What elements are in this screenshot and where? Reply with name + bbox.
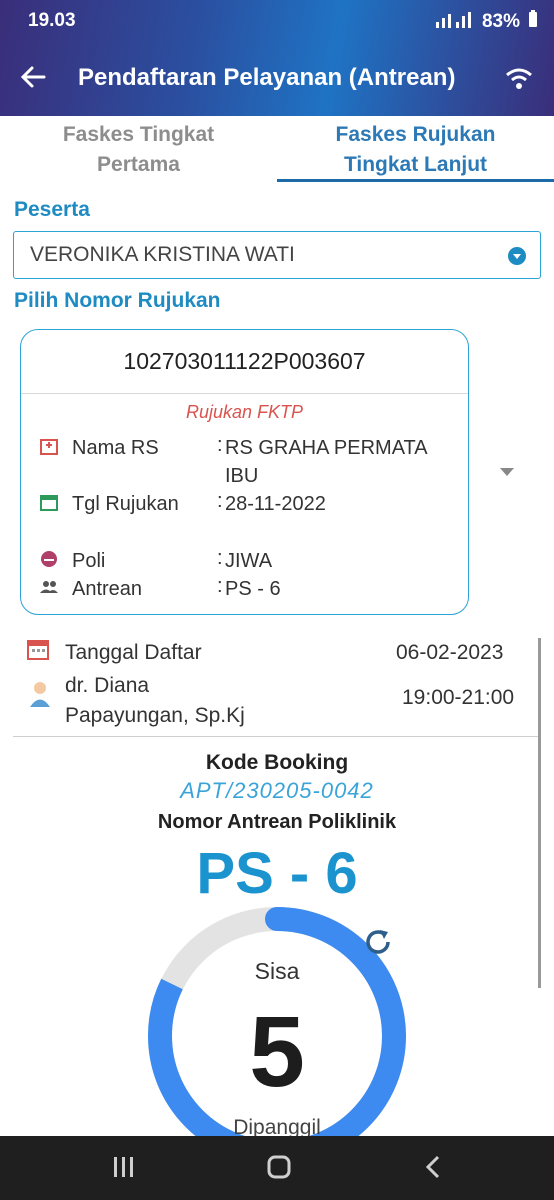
row-value: PS - 6 <box>225 578 281 600</box>
row-key: Tgl Rujukan <box>72 493 179 515</box>
peserta-value: VERONIKA KRISTINA WATI <box>30 243 295 266</box>
back-arrow-icon[interactable] <box>18 62 50 94</box>
battery-icon <box>528 10 538 34</box>
sisa-value: 5 <box>249 996 305 1108</box>
rujukan-type: Rujukan FKTP <box>185 402 304 422</box>
row-value: JIWA <box>225 550 273 572</box>
row-colon: : <box>217 547 223 569</box>
row-key: Nama RS <box>72 437 159 459</box>
tanggal-daftar-label: Tanggal Daftar <box>65 641 202 664</box>
signal-icon <box>434 10 474 34</box>
dropdown-icon <box>508 247 526 265</box>
tab-bar: Faskes Tingkat Pertama Faskes Rujukan Ti… <box>0 116 554 182</box>
peserta-label: Peserta <box>14 198 90 221</box>
row-value: 28-11-2022 <box>225 493 326 515</box>
tab-label-line1: Faskes Rujukan <box>335 123 496 146</box>
kode-booking-label: Kode Booking <box>205 751 349 774</box>
row-key: Poli <box>72 550 106 572</box>
schedule-time: 19:00-21:00 <box>402 686 515 709</box>
wifi-icon <box>504 64 534 94</box>
row-colon: : <box>217 434 223 456</box>
doctor-name-line2: Papayungan, Sp.Kj <box>65 704 245 727</box>
section-divider <box>13 736 541 737</box>
page-title: Pendaftaran Pelayanan (Antrean) <box>78 64 456 91</box>
rujukan-label: Pilih Nomor Rujukan <box>14 289 221 312</box>
battery-text: 83% <box>481 11 520 32</box>
tanggal-daftar-value: 06-02-2023 <box>396 641 504 664</box>
doctor-name-line1: dr. Diana <box>65 674 150 697</box>
tab-faskes-tingkat-pertama[interactable]: Faskes Tingkat Pertama <box>0 116 277 182</box>
row-colon: : <box>217 490 223 512</box>
status-bar: 19.03 83% <box>0 0 554 44</box>
sisa-label: Sisa <box>254 958 300 984</box>
header-background: 19.03 83% Pendaftaran Pelayanan (Antrean… <box>0 0 554 116</box>
rujukan-card[interactable]: 102703011122P003607 Rujukan FKTP Nama RS… <box>20 329 469 615</box>
chevron-down-icon[interactable] <box>500 468 514 476</box>
tab-faskes-rujukan[interactable]: Faskes Rujukan Tingkat Lanjut <box>277 116 554 182</box>
tab-label-line1: Faskes Tingkat <box>62 123 215 146</box>
rujukan-number: 102703011122P003607 <box>123 348 366 374</box>
status-icons: 83% <box>434 10 538 34</box>
tab-label-line2: Tingkat Lanjut <box>343 153 488 176</box>
calendar-icon <box>39 492 59 512</box>
doctor-icon <box>28 680 52 714</box>
people-icon <box>39 577 59 597</box>
row-value: RS GRAHA PERMATA IBU <box>225 437 427 487</box>
tab-label-line2: Pertama <box>97 153 180 176</box>
row-key: Antrean <box>72 578 143 600</box>
status-time: 19.03 <box>28 10 76 31</box>
row-colon: : <box>217 575 223 597</box>
hospital-icon <box>39 436 59 456</box>
poli-icon <box>39 549 59 569</box>
doctor-name: dr. Diana Papayungan, Sp.Kj <box>65 671 245 731</box>
calendar-icon <box>26 637 50 667</box>
nomor-antrean-value: PS - 6 <box>196 841 358 906</box>
app-bar: Pendaftaran Pelayanan (Antrean) <box>0 44 554 116</box>
recents-icon[interactable] <box>112 1154 136 1187</box>
card-divider <box>21 393 468 394</box>
nomor-antrean-label: Nomor Antrean Poliklinik <box>157 811 397 833</box>
peserta-select[interactable]: VERONIKA KRISTINA WATI <box>13 231 541 279</box>
back-nav-icon[interactable] <box>424 1154 442 1187</box>
home-icon[interactable] <box>266 1154 292 1187</box>
system-nav-bar <box>0 1136 554 1200</box>
kode-booking-value: APT/230205-0042 <box>180 778 374 803</box>
